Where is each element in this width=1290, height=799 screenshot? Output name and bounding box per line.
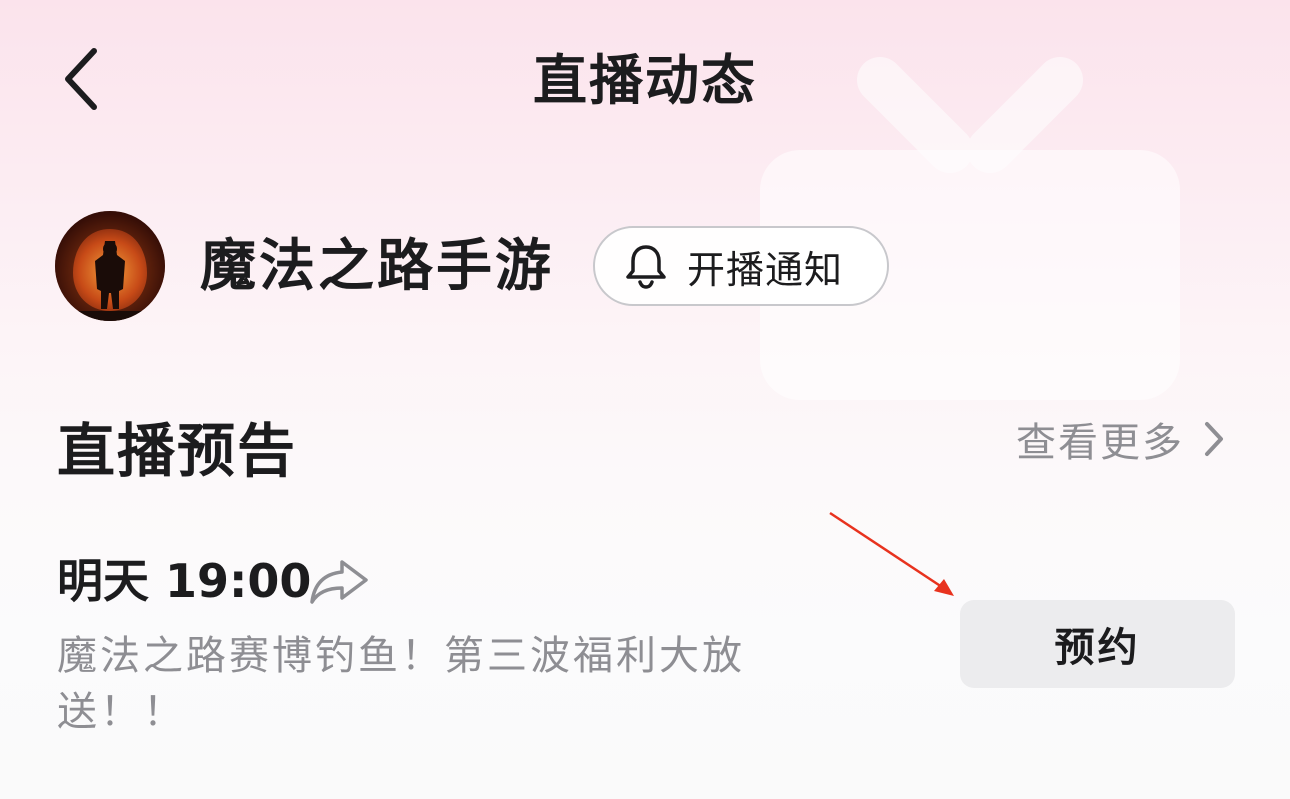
notify-label: 开播通知: [687, 247, 844, 292]
channel-avatar[interactable]: [55, 211, 165, 321]
see-more-link[interactable]: 查看更多: [1016, 410, 1226, 468]
bell-icon: [625, 242, 669, 290]
page-title: 直播动态: [533, 49, 757, 112]
event-time: 明天 19:00: [57, 554, 312, 608]
event-description: 魔法之路赛博钓鱼！第三波福利大放送！！: [57, 633, 745, 735]
annotation-arrow: [829, 511, 954, 596]
share-arrow-icon[interactable]: [306, 556, 372, 606]
section-title: 直播预告: [57, 417, 298, 485]
reserve-button[interactable]: 预约: [960, 600, 1235, 688]
live-notify-button[interactable]: 开播通知: [593, 226, 889, 306]
see-more-label: 查看更多: [1016, 420, 1184, 466]
chevron-right-icon: [1205, 422, 1223, 456]
channel-name[interactable]: 魔法之路手游: [200, 234, 554, 300]
avatar-image: [55, 211, 165, 321]
